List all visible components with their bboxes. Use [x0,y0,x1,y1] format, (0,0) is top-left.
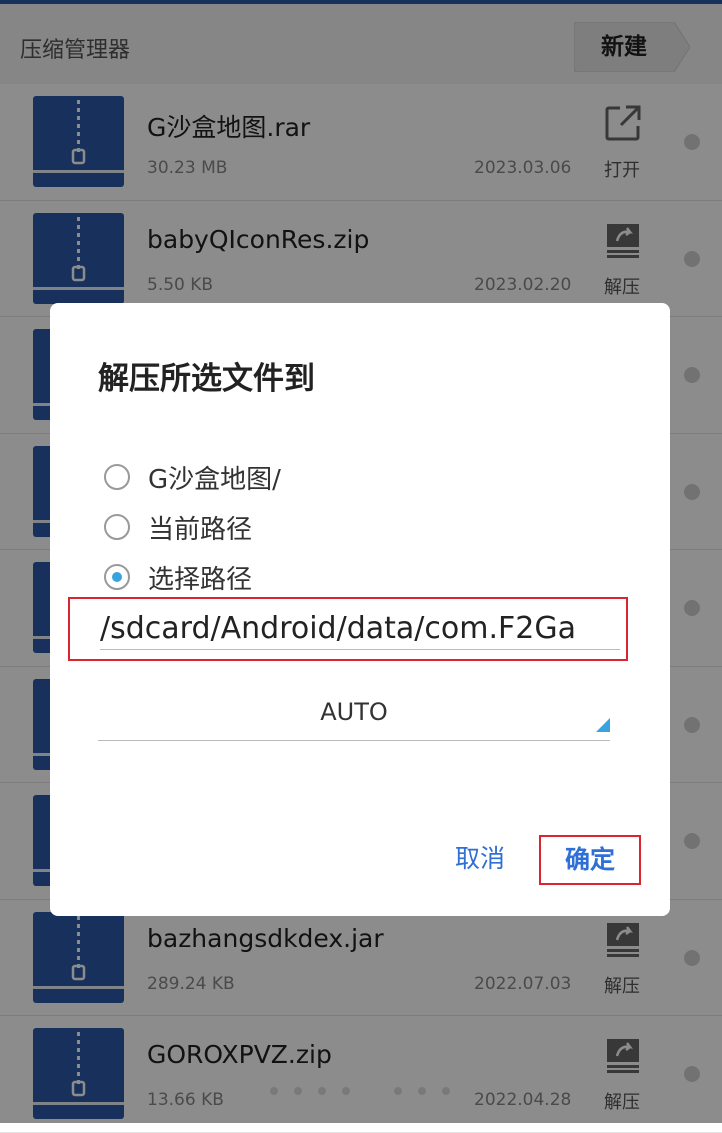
path-input[interactable] [100,607,620,650]
extract-dialog: 解压所选文件到 G沙盒地图/ 当前路径 选择路径 AUTO 取消 确定 [50,303,670,916]
dialog-title: 解压所选文件到 [98,361,315,397]
path-highlight [68,597,628,661]
encoding-select[interactable]: AUTO [98,688,610,741]
dropdown-arrow-icon [596,718,610,732]
radio-button[interactable] [104,464,130,490]
confirm-button[interactable]: 确定 [539,835,641,885]
radio-button[interactable] [104,564,130,590]
encoding-value: AUTO [320,698,388,726]
cancel-button[interactable]: 取消 [436,835,524,883]
radio-label[interactable]: 选择路径 [148,559,252,596]
radio-label[interactable]: 当前路径 [148,509,252,546]
radio-label[interactable]: G沙盒地图/ [148,459,281,496]
radio-button[interactable] [104,514,130,540]
